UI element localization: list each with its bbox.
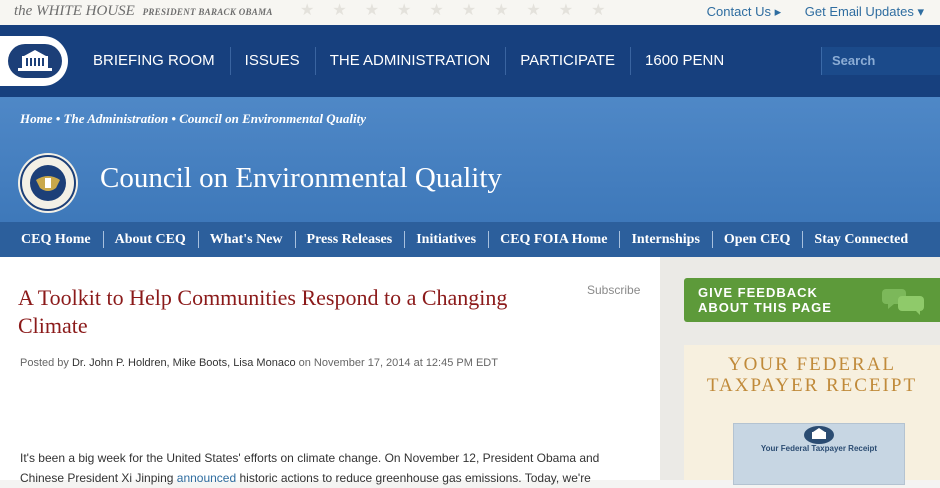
section-header: Home • The Administration • Council on E…: [0, 97, 940, 257]
nav-the-administration[interactable]: THE ADMINISTRATION: [314, 25, 506, 97]
subnav-whats-new[interactable]: What's New: [197, 222, 295, 257]
receipt-line-1: YOUR FEDERAL: [727, 354, 897, 375]
receipt-thumb-title: Your Federal Taxpayer Receipt: [760, 444, 878, 453]
contact-us-link[interactable]: Contact Us ▸: [707, 4, 781, 19]
article-title[interactable]: A Toolkit to Help Communities Respond to…: [18, 284, 518, 340]
subnav-ceq-foia-home[interactable]: CEQ FOIA Home: [488, 222, 619, 257]
logo-text: the WHITE HOUSE: [14, 3, 135, 19]
speech-bubbles-icon: [882, 289, 924, 315]
white-house-icon[interactable]: [0, 36, 68, 86]
sidebar: GIVE FEEDBACK ABOUT THIS PAGE YOUR FEDER…: [660, 257, 940, 485]
article: A Toolkit to Help Communities Respond to…: [0, 257, 660, 485]
white-house-icon-small: [804, 426, 834, 444]
top-bar: the WHITE HOUSE PRESIDENT BARACK OBAMA ★…: [0, 0, 940, 25]
nav-participate[interactable]: PARTICIPATE: [505, 25, 630, 97]
email-updates-link[interactable]: Get Email Updates ▾: [805, 4, 924, 19]
posted-by-label: Posted by: [20, 357, 69, 369]
page-title: Council on Environmental Quality: [100, 162, 502, 194]
logo-subtitle: PRESIDENT BARACK OBAMA: [142, 7, 273, 17]
announced-link[interactable]: announced: [177, 471, 236, 485]
nav-menu: BRIEFING ROOM ISSUES THE ADMINISTRATION …: [78, 25, 739, 97]
nav-1600-penn[interactable]: 1600 PENN: [630, 25, 739, 97]
article-body: It's been a big week for the United Stat…: [20, 448, 630, 488]
authors-link[interactable]: Dr. John P. Holdren, Mike Boots, Lisa Mo…: [72, 357, 296, 369]
post-date: on November 17, 2014 at 12:45 PM EDT: [298, 357, 498, 369]
byline: Posted by Dr. John P. Holdren, Mike Boot…: [20, 357, 498, 369]
subnav-stay-connected[interactable]: Stay Connected: [802, 222, 920, 257]
give-feedback-button[interactable]: GIVE FEEDBACK ABOUT THIS PAGE: [684, 278, 940, 322]
main-nav: BRIEFING ROOM ISSUES THE ADMINISTRATION …: [0, 25, 940, 97]
nav-issues[interactable]: ISSUES: [229, 25, 315, 97]
nav-briefing-room[interactable]: BRIEFING ROOM: [78, 25, 230, 97]
subnav-ceq-home[interactable]: CEQ Home: [0, 222, 103, 257]
subnav-open-ceq[interactable]: Open CEQ: [711, 222, 803, 257]
utility-links: Contact Us ▸ Get Email Updates ▾: [687, 4, 924, 20]
body-text-2: historic actions to reduce greenhouse ga…: [236, 471, 591, 485]
subnav-initiatives[interactable]: Initiatives: [404, 222, 488, 257]
taxpayer-receipt-promo[interactable]: YOUR FEDERAL TAXPAYER RECEIPT Your Feder…: [684, 345, 940, 485]
presidential-seal-icon: [18, 153, 78, 213]
subnav-internships[interactable]: Internships: [619, 222, 711, 257]
receipt-line-2: TAXPAYER RECEIPT: [706, 375, 918, 396]
white-house-logo[interactable]: the WHITE HOUSE PRESIDENT BARACK OBAMA: [14, 3, 273, 20]
subnav-press-releases[interactable]: Press Releases: [294, 222, 405, 257]
receipt-title: YOUR FEDERAL TAXPAYER RECEIPT: [684, 354, 940, 396]
search-input[interactable]: Search: [821, 47, 940, 75]
breadcrumb[interactable]: Home • The Administration • Council on E…: [20, 111, 366, 127]
subnav-about-ceq[interactable]: About CEQ: [102, 222, 198, 257]
stars-decoration: ★★★★★★★★★★: [300, 2, 624, 19]
receipt-thumbnail: Your Federal Taxpayer Receipt: [733, 423, 905, 485]
subscribe-link[interactable]: Subscribe: [587, 283, 640, 297]
sub-nav: CEQ Home About CEQ What's New Press Rele…: [0, 222, 940, 257]
